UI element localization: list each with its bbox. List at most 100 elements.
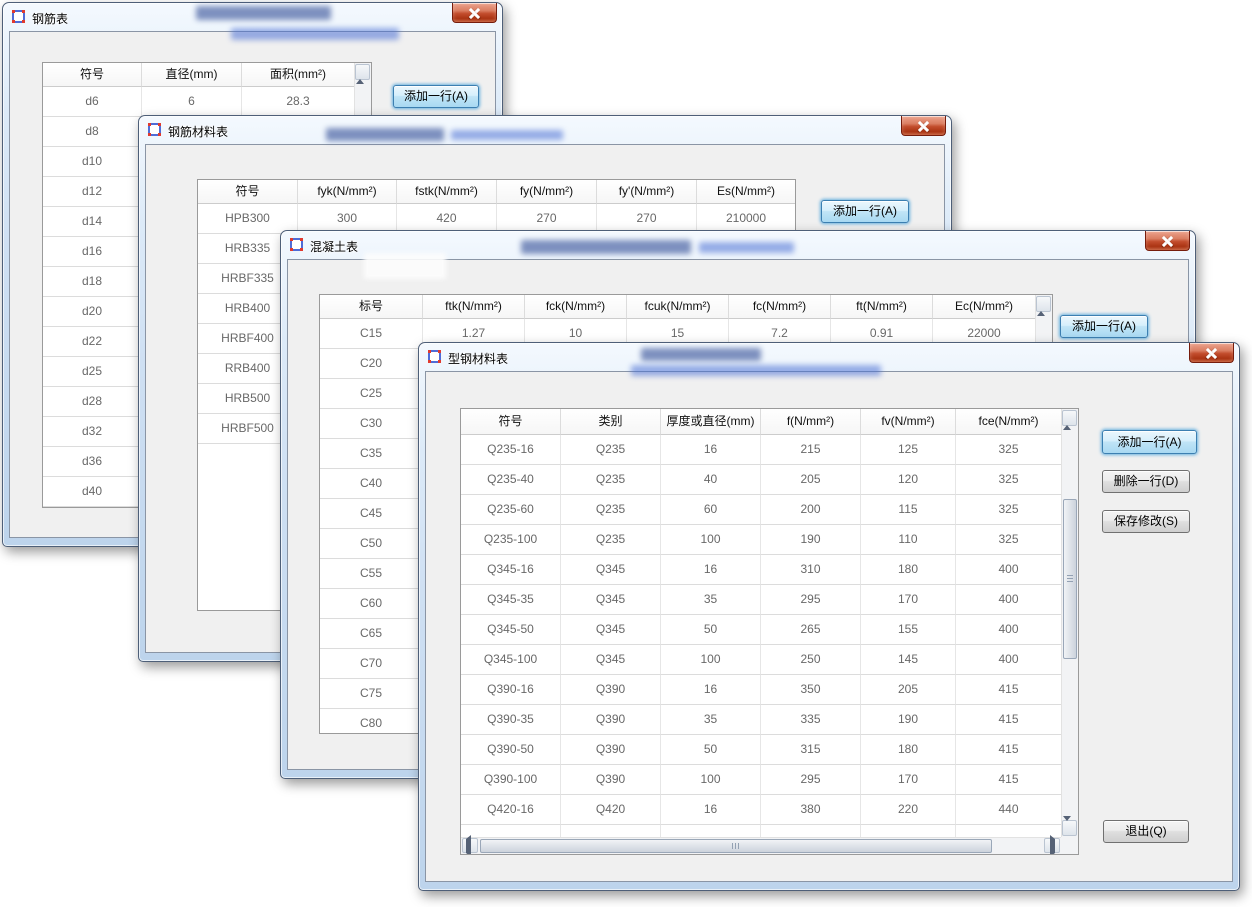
table-cell[interactable]: 120 xyxy=(861,465,956,495)
table-cell[interactable]: 400 xyxy=(956,615,1061,645)
table-cell[interactable]: C40 xyxy=(320,469,423,499)
table-cell[interactable]: 125 xyxy=(861,435,956,465)
table-cell[interactable]: C20 xyxy=(320,349,423,379)
table-row[interactable]: Q345-100Q345100250145400 xyxy=(461,645,1078,675)
table-cell[interactable]: 110 xyxy=(861,525,956,555)
table-cell[interactable]: d22 xyxy=(43,327,142,357)
table-cell[interactable]: 180 xyxy=(861,555,956,585)
table-cell[interactable]: 215 xyxy=(761,435,861,465)
table-cell[interactable]: 35 xyxy=(661,585,761,615)
table-cell[interactable]: 400 xyxy=(956,585,1061,615)
table-cell[interactable]: 205 xyxy=(761,465,861,495)
table-cell[interactable]: 6 xyxy=(142,87,242,117)
table-cell[interactable]: 50 xyxy=(661,735,761,765)
horizontal-scrollbar[interactable] xyxy=(461,837,1061,854)
table-cell[interactable]: Q390-50 xyxy=(461,735,561,765)
delete-row-button[interactable]: 删除一行(D) xyxy=(1102,470,1190,493)
table-cell[interactable]: C55 xyxy=(320,559,423,589)
table-cell[interactable]: 220 xyxy=(861,795,956,825)
table-row[interactable]: Q390-35Q39035335190415 xyxy=(461,705,1078,735)
table-row[interactable]: Q235-40Q23540205120325 xyxy=(461,465,1078,495)
horizontal-scroll-thumb[interactable] xyxy=(480,839,992,853)
table-cell[interactable]: Q390 xyxy=(561,675,661,705)
table-cell[interactable]: 60 xyxy=(661,495,761,525)
table-cell[interactable]: d36 xyxy=(43,447,142,477)
table-cell[interactable]: C45 xyxy=(320,499,423,529)
table-cell[interactable]: C80 xyxy=(320,709,423,734)
close-button[interactable] xyxy=(1145,231,1190,251)
table-cell[interactable]: C60 xyxy=(320,589,423,619)
vertical-scroll-thumb[interactable] xyxy=(1063,499,1077,659)
table-cell[interactable]: 400 xyxy=(956,645,1061,675)
table-row[interactable]: Q390-50Q39050315180415 xyxy=(461,735,1078,765)
table-cell[interactable]: d40 xyxy=(43,477,142,507)
table-cell[interactable]: Q235-100 xyxy=(461,525,561,555)
table-cell[interactable]: d6 xyxy=(43,87,142,117)
table-cell[interactable]: 440 xyxy=(956,795,1061,825)
table-cell[interactable]: d20 xyxy=(43,297,142,327)
table-cell[interactable]: 335 xyxy=(761,705,861,735)
table-cell[interactable]: 155 xyxy=(861,615,956,645)
scroll-left-button[interactable] xyxy=(462,838,478,853)
table-cell[interactable]: Q235 xyxy=(561,435,661,465)
close-button[interactable] xyxy=(452,3,497,23)
table-cell[interactable]: Q420 xyxy=(561,795,661,825)
table-cell[interactable]: 40 xyxy=(661,465,761,495)
add-row-button[interactable]: 添加一行(A) xyxy=(1060,315,1148,338)
table-cell[interactable]: Q390-16 xyxy=(461,675,561,705)
table-cell[interactable]: Q390-35 xyxy=(461,705,561,735)
table-row[interactable]: Q235-16Q23516215125325 xyxy=(461,435,1078,465)
table-cell[interactable]: d14 xyxy=(43,207,142,237)
table-cell[interactable]: Q345-50 xyxy=(461,615,561,645)
table-row[interactable]: Q420-16Q42016380220440 xyxy=(461,795,1078,825)
table-cell[interactable]: 325 xyxy=(956,465,1061,495)
table-cell[interactable]: 16 xyxy=(661,795,761,825)
table-cell[interactable]: d8 xyxy=(43,117,142,147)
table-cell[interactable]: 205 xyxy=(861,675,956,705)
table-cell[interactable]: 380 xyxy=(761,795,861,825)
table-cell[interactable]: Q390 xyxy=(561,705,661,735)
table-cell[interactable]: 16 xyxy=(661,555,761,585)
table-cell[interactable]: Q345 xyxy=(561,615,661,645)
table-cell[interactable]: 16 xyxy=(661,435,761,465)
table-cell[interactable]: d25 xyxy=(43,357,142,387)
table-cell[interactable]: 190 xyxy=(761,525,861,555)
scroll-up-button[interactable] xyxy=(1062,410,1077,426)
table-cell[interactable]: Q345 xyxy=(561,555,661,585)
scroll-up-button[interactable] xyxy=(355,64,370,80)
table-cell[interactable]: 415 xyxy=(956,705,1061,735)
scroll-down-button[interactable] xyxy=(1062,820,1077,836)
table-row[interactable]: Q345-16Q34516310180400 xyxy=(461,555,1078,585)
table-row[interactable]: Q345-50Q34550265155400 xyxy=(461,615,1078,645)
table-cell[interactable]: d32 xyxy=(43,417,142,447)
table-cell[interactable]: C65 xyxy=(320,619,423,649)
table-cell[interactable]: C50 xyxy=(320,529,423,559)
table-cell[interactable]: 35 xyxy=(661,705,761,735)
table-cell[interactable]: 170 xyxy=(861,585,956,615)
add-row-button[interactable]: 添加一行(A) xyxy=(393,85,479,108)
table-cell[interactable]: d12 xyxy=(43,177,142,207)
close-button[interactable] xyxy=(901,116,946,136)
vertical-scrollbar[interactable] xyxy=(1061,409,1078,837)
table-cell[interactable]: 415 xyxy=(956,735,1061,765)
table-cell[interactable]: Q345-35 xyxy=(461,585,561,615)
table-cell[interactable]: 145 xyxy=(861,645,956,675)
table-cell[interactable]: 350 xyxy=(761,675,861,705)
table-cell[interactable]: 100 xyxy=(661,645,761,675)
table-cell[interactable]: Q390 xyxy=(561,735,661,765)
table-cell[interactable]: 295 xyxy=(761,765,861,795)
table-cell[interactable]: Q235-60 xyxy=(461,495,561,525)
table-cell[interactable]: 325 xyxy=(956,525,1061,555)
table-cell[interactable]: 415 xyxy=(956,675,1061,705)
table-cell[interactable]: 265 xyxy=(761,615,861,645)
table-cell[interactable]: 170 xyxy=(861,765,956,795)
table-cell[interactable]: Q235 xyxy=(561,495,661,525)
table-cell[interactable]: 115 xyxy=(861,495,956,525)
table-cell[interactable]: 310 xyxy=(761,555,861,585)
table-cell[interactable]: 415 xyxy=(956,765,1061,795)
table-row[interactable]: d6628.3 xyxy=(43,87,371,117)
table-cell[interactable]: 190 xyxy=(861,705,956,735)
table-row[interactable]: Q390-16Q39016350205415 xyxy=(461,675,1078,705)
table-cell[interactable]: C30 xyxy=(320,409,423,439)
table-cell[interactable]: 200 xyxy=(761,495,861,525)
